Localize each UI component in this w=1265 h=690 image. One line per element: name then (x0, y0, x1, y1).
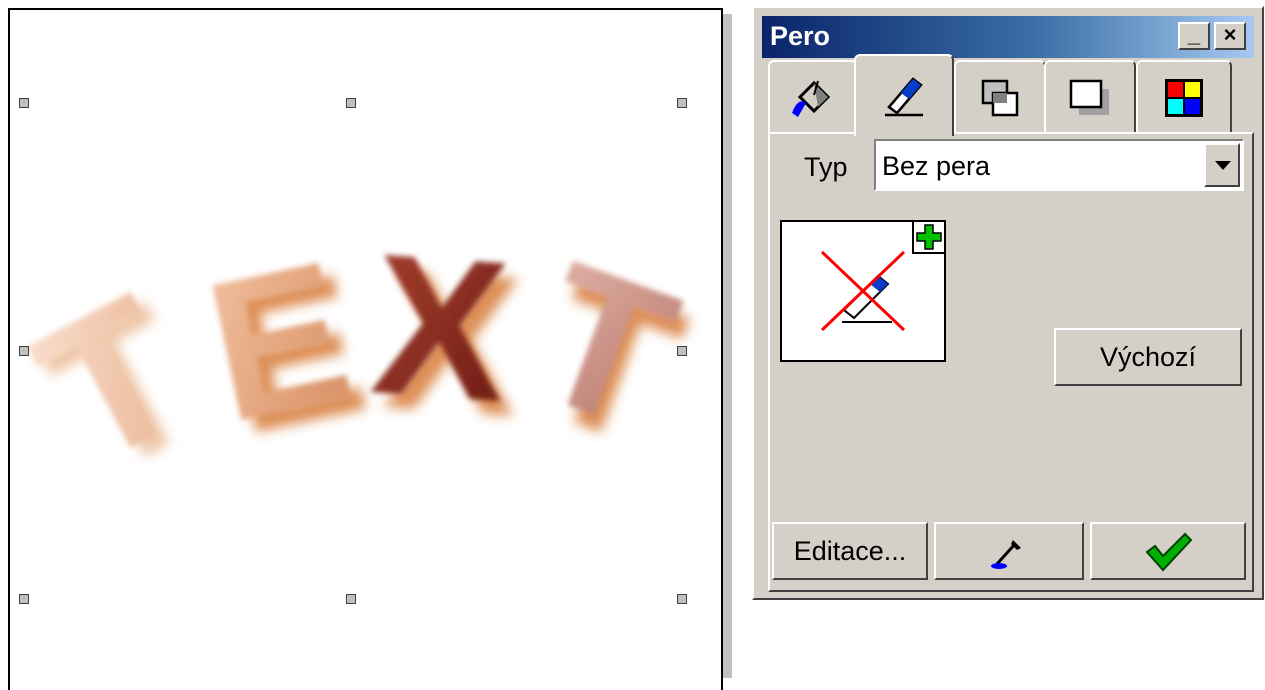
fill-bucket-icon (792, 80, 831, 117)
close-button[interactable]: × (1214, 22, 1246, 50)
selection-handle-bottom-right[interactable] (677, 594, 687, 604)
type-label: Typ (804, 152, 848, 182)
eyedropper-icon (991, 540, 1021, 569)
tab-transparency[interactable] (954, 60, 1046, 134)
letter-x: X (366, 212, 515, 444)
selection-handle-middle-left[interactable] (19, 346, 29, 356)
minimize-button[interactable]: _ (1178, 22, 1210, 50)
add-pen-button[interactable] (912, 220, 946, 254)
tab-color[interactable] (1136, 60, 1232, 134)
eyedropper-button[interactable] (934, 522, 1084, 580)
tab-fill[interactable] (768, 60, 858, 134)
selection-handle-middle-right[interactable] (677, 346, 687, 356)
edit-button-label: Editace... (793, 536, 907, 566)
checkmark-icon (1145, 532, 1193, 572)
tab-pen[interactable] (854, 54, 954, 136)
dialog-title: Pero (770, 21, 831, 51)
selection-handle-top-center[interactable] (346, 98, 356, 108)
selection-handle-top-left[interactable] (19, 98, 29, 108)
title-bar[interactable]: Pero _ × (762, 16, 1254, 58)
plus-icon (916, 224, 942, 250)
selection-handle-top-right[interactable] (677, 98, 687, 108)
default-button[interactable]: Výchozí (1054, 328, 1242, 386)
pen-dialog: Pero _ × Typ Bez pera Výchozí Editace... (752, 6, 1264, 600)
selection-handle-bottom-center[interactable] (346, 594, 356, 604)
pen-preview[interactable] (780, 220, 946, 362)
selection-handle-bottom-left[interactable] (19, 594, 29, 604)
pen-type-select[interactable]: Bez pera (874, 139, 1244, 191)
chevron-down-icon[interactable] (1204, 143, 1240, 187)
edit-button[interactable]: Editace... (772, 522, 928, 580)
minimize-icon: _ (1187, 22, 1201, 47)
shadow-icon (1069, 79, 1109, 115)
apply-button[interactable] (1090, 522, 1246, 580)
text-art-object[interactable]: T E X T T E X T (0, 0, 740, 678)
transparency-icon (981, 79, 1019, 117)
tab-shadow[interactable] (1044, 60, 1136, 134)
close-icon: × (1223, 22, 1237, 47)
pen-type-value: Bez pera (882, 151, 991, 181)
default-button-label: Výchozí (1099, 342, 1197, 372)
color-palette-icon (1165, 79, 1203, 117)
pen-icon (885, 77, 923, 117)
